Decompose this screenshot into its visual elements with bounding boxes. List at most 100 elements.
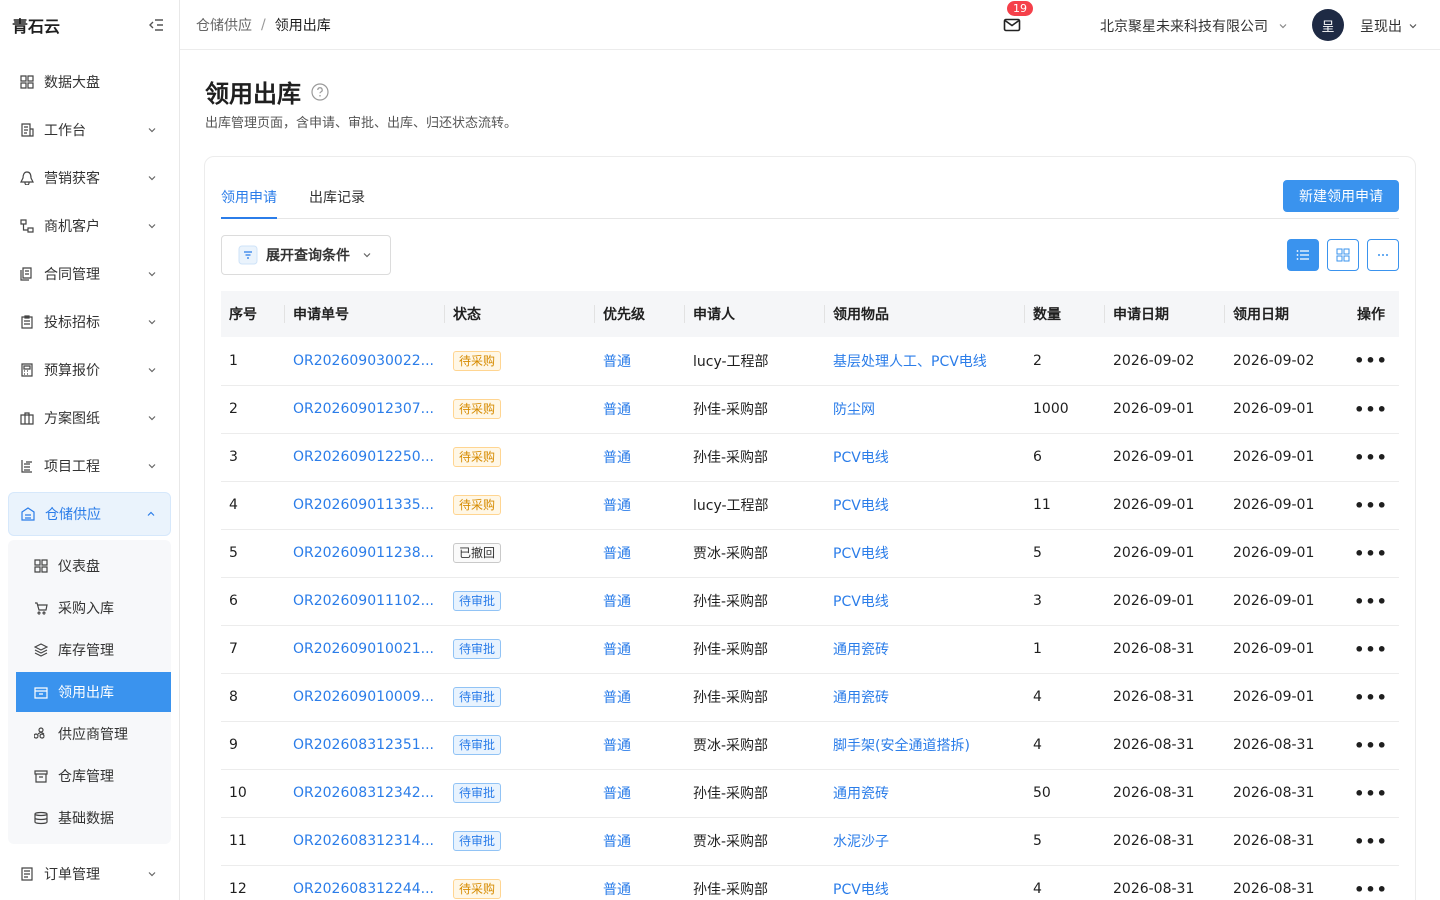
priority-link[interactable]: 普通 <box>595 721 685 770</box>
sidebar-item-0[interactable]: 数据大盘 <box>8 60 171 104</box>
database-icon <box>34 811 48 825</box>
submenu-item-3[interactable]: 领用出库 <box>16 672 171 712</box>
row-actions-button[interactable]: ••• <box>1343 817 1399 866</box>
row-actions-button[interactable]: ••• <box>1343 625 1399 674</box>
submenu-item-0[interactable]: 仪表盘 <box>8 546 171 586</box>
sidebar-item-7[interactable]: 方案图纸 <box>8 396 171 440</box>
order-number-link[interactable]: OR202608312342... <box>285 769 445 818</box>
item-link[interactable]: PCV电线 <box>825 433 1025 482</box>
sidebar-item-1[interactable]: 工作台 <box>8 108 171 152</box>
table-row[interactable]: 3 OR202609012250... 待采购 普通 孙佳-采购部 PCV电线 6 2026-… <box>221 433 1399 482</box>
table-row[interactable]: 5 OR202609011238... 已撤回 普通 贾冰-采购部 PCV电线 5 2026-… <box>221 529 1399 578</box>
status-badge: 待审批 <box>453 639 502 659</box>
mail-icon[interactable] <box>1002 15 1022 35</box>
collapse-sidebar-icon[interactable] <box>149 17 165 33</box>
priority-link[interactable]: 普通 <box>595 769 685 818</box>
row-actions-button[interactable]: ••• <box>1343 529 1399 578</box>
order-number-link[interactable]: OR202609011238... <box>285 529 445 578</box>
sidebar-item-2[interactable]: 营销获客 <box>8 156 171 200</box>
table-row[interactable]: 10 OR202608312342... 待审批 普通 孙佳-采购部 通用瓷砖 50 2026… <box>221 769 1399 818</box>
sidebar-item-4[interactable]: 合同管理 <box>8 252 171 296</box>
sidebar-item-10[interactable]: 订单管理 <box>8 852 171 896</box>
order-number-link[interactable]: OR202609010021... <box>285 625 445 674</box>
table-row[interactable]: 6 OR202609011102... 待审批 普通 孙佳-采购部 PCV电线 3 2026-… <box>221 577 1399 626</box>
sidebar-item-6[interactable]: 预算报价 <box>8 348 171 392</box>
priority-link[interactable]: 普通 <box>595 529 685 578</box>
expand-filter-button[interactable]: 展开查询条件 <box>221 235 391 275</box>
row-actions-button[interactable]: ••• <box>1343 769 1399 818</box>
submenu-item-5[interactable]: 仓库管理 <box>8 756 171 796</box>
sidebar-item-3[interactable]: 商机客户 <box>8 204 171 248</box>
item-link[interactable]: 水泥沙子 <box>825 817 1025 866</box>
row-actions-button[interactable]: ••• <box>1343 577 1399 626</box>
table-row[interactable]: 4 OR202609011335... 待采购 普通 lucy-工程部 PCV电线 11 20… <box>221 481 1399 530</box>
top-header: 仓储供应 / 领用出库 19 北京聚星未来科技有限公司 呈 呈现出 <box>180 0 1440 50</box>
list-view-button[interactable] <box>1287 239 1319 271</box>
table-row[interactable]: 2 OR202609012307... 待采购 普通 孙佳-采购部 防尘网 1000 2026… <box>221 385 1399 434</box>
tab-apply[interactable]: 领用申请 <box>221 181 277 219</box>
item-link[interactable]: 脚手架(安全通道搭拆) <box>825 721 1025 770</box>
order-number-link[interactable]: OR202608312314... <box>285 817 445 866</box>
table-row[interactable]: 7 OR202609010021... 待审批 普通 孙佳-采购部 通用瓷砖 1 2026-0… <box>221 625 1399 674</box>
table-row[interactable]: 9 OR202608312351... 待审批 普通 贾冰-采购部 脚手架(安全通道搭拆)… <box>221 721 1399 770</box>
item-link[interactable]: 通用瓷砖 <box>825 625 1025 674</box>
sidebar-item-8[interactable]: 项目工程 <box>8 444 171 488</box>
avatar[interactable]: 呈 <box>1312 9 1344 41</box>
row-actions-button[interactable]: ••• <box>1343 865 1399 900</box>
priority-link[interactable]: 普通 <box>595 433 685 482</box>
table-row[interactable]: 1 OR202609030022... 待采购 普通 lucy-工程部 基层处理人工、PC… <box>221 337 1399 386</box>
order-number-link[interactable]: OR202609011102... <box>285 577 445 626</box>
priority-link[interactable]: 普通 <box>595 865 685 900</box>
priority-link[interactable]: 普通 <box>595 577 685 626</box>
grid-view-button[interactable] <box>1327 239 1359 271</box>
row-actions-button[interactable]: ••• <box>1343 385 1399 434</box>
item-link[interactable]: PCV电线 <box>825 529 1025 578</box>
priority-link[interactable]: 普通 <box>595 673 685 722</box>
row-actions-button[interactable]: ••• <box>1343 721 1399 770</box>
priority-link[interactable]: 普通 <box>595 337 685 386</box>
item-link[interactable]: 防尘网 <box>825 385 1025 434</box>
priority-link[interactable]: 普通 <box>595 385 685 434</box>
table-row[interactable]: 8 OR202609010009... 待审批 普通 孙佳-采购部 通用瓷砖 4 2026-0… <box>221 673 1399 722</box>
quantity: 4 <box>1025 865 1105 900</box>
order-number-link[interactable]: OR202608312244... <box>285 865 445 900</box>
row-actions-button[interactable]: ••• <box>1343 481 1399 530</box>
submenu-item-1[interactable]: 采购入库 <box>8 588 171 628</box>
submenu-item-2[interactable]: 库存管理 <box>8 630 171 670</box>
help-icon[interactable] <box>311 82 329 101</box>
order-number-link[interactable]: OR202609012307... <box>285 385 445 434</box>
item-link[interactable]: 基层处理人工、PCV电线 <box>825 337 1025 386</box>
item-link[interactable]: 通用瓷砖 <box>825 673 1025 722</box>
sidebar-item-9[interactable]: 仓储供应 <box>8 492 171 536</box>
item-link[interactable]: PCV电线 <box>825 481 1025 530</box>
sidebar-item-5[interactable]: 投标招标 <box>8 300 171 344</box>
applicant: 贾冰-采购部 <box>685 721 825 770</box>
order-number-link[interactable]: OR202609012250... <box>285 433 445 482</box>
row-actions-button[interactable]: ••• <box>1343 433 1399 482</box>
row-actions-button[interactable]: ••• <box>1343 673 1399 722</box>
order-number-link[interactable]: OR202609010009... <box>285 673 445 722</box>
company-selector[interactable]: 北京聚星未来科技有限公司 <box>1100 16 1288 36</box>
item-link[interactable]: PCV电线 <box>825 577 1025 626</box>
item-link[interactable]: PCV电线 <box>825 865 1025 900</box>
cart-icon <box>34 601 48 615</box>
more-options-button[interactable] <box>1367 239 1399 271</box>
breadcrumb-parent[interactable]: 仓储供应 <box>196 15 252 35</box>
submenu-item-6[interactable]: 基础数据 <box>8 798 171 838</box>
row-actions-button[interactable]: ••• <box>1343 337 1399 386</box>
order-number-link[interactable]: OR202608312351... <box>285 721 445 770</box>
order-number-link[interactable]: OR202609011335... <box>285 481 445 530</box>
table-row[interactable]: 11 OR202608312314... 待审批 普通 贾冰-采购部 水泥沙子 5 2026-… <box>221 817 1399 866</box>
supplier-icon <box>34 727 48 741</box>
priority-link[interactable]: 普通 <box>595 481 685 530</box>
user-menu[interactable]: 呈现出 <box>1360 16 1418 36</box>
column-header-label: 优先级 <box>603 307 645 323</box>
tab-records[interactable]: 出库记录 <box>309 181 365 219</box>
priority-link[interactable]: 普通 <box>595 817 685 866</box>
submenu-item-4[interactable]: 供应商管理 <box>8 714 171 754</box>
table-row[interactable]: 12 OR202608312244... 待采购 普通 孙佳-采购部 PCV电线 4 2026… <box>221 865 1399 900</box>
priority-link[interactable]: 普通 <box>595 625 685 674</box>
new-application-button[interactable]: 新建领用申请 <box>1283 180 1399 212</box>
item-link[interactable]: 通用瓷砖 <box>825 769 1025 818</box>
order-number-link[interactable]: OR202609030022... <box>285 337 445 386</box>
